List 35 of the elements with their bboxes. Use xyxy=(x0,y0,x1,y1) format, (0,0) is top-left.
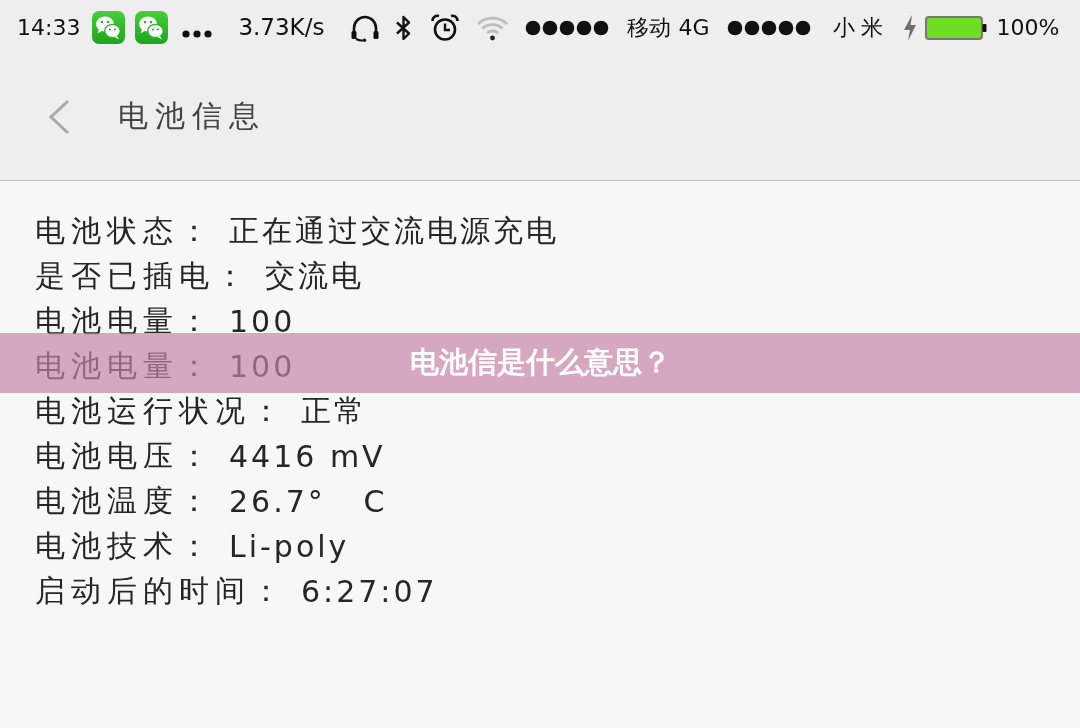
info-value: 正常 xyxy=(301,392,367,430)
info-label: 电池运行状况： xyxy=(35,392,287,430)
wifi-icon xyxy=(476,14,510,41)
info-value: 正在通过交流电源充电 xyxy=(229,212,559,250)
bluetooth-icon xyxy=(395,14,413,41)
battery-icon xyxy=(925,15,988,40)
chat-app-icon xyxy=(92,11,126,44)
info-label: 电池状态： xyxy=(35,212,215,250)
headset-icon xyxy=(350,13,381,42)
info-value: 6:27:07 xyxy=(301,574,438,609)
info-value: 26.7° C xyxy=(229,484,388,519)
page-title: 电池信息 xyxy=(118,97,266,135)
info-label: 电池技术： xyxy=(35,527,215,565)
carrier-label: 移动 4G xyxy=(627,16,710,39)
chat-app-icon xyxy=(135,11,169,44)
info-value: Li-poly xyxy=(229,529,350,564)
alarm-clock-icon xyxy=(431,13,460,42)
signal-dots-icon xyxy=(727,19,812,36)
info-label: 电池温度： xyxy=(35,482,215,520)
info-label: 启动后的时间： xyxy=(35,572,287,610)
back-icon xyxy=(48,98,70,135)
info-label: 电池电压： xyxy=(35,437,215,475)
info-value: 100 xyxy=(229,349,296,384)
info-value: 交流电 xyxy=(265,257,364,295)
info-value: 100 xyxy=(229,304,296,339)
info-label: 电池电量： xyxy=(35,347,215,385)
info-value: 4416 mV xyxy=(229,439,386,474)
network-speed: 3.73K/s xyxy=(238,16,325,39)
info-label: 是否已插电： xyxy=(35,257,251,295)
signal-dots-icon xyxy=(525,19,610,36)
clock-time: 14:33 xyxy=(17,16,81,39)
battery-percentage: 100% xyxy=(996,16,1060,39)
info-label: 电池电量： xyxy=(35,302,215,340)
more-dots-icon xyxy=(182,29,213,38)
carrier-label: 小米 xyxy=(833,16,890,39)
